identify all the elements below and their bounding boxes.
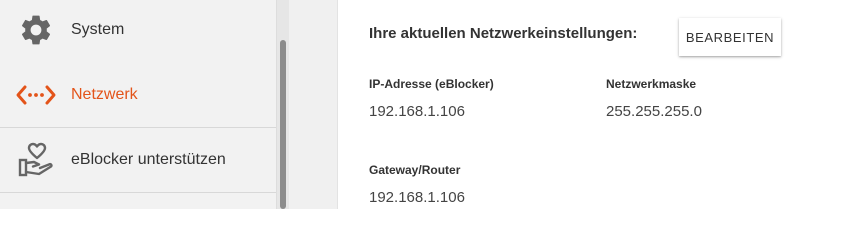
- sidebar-item-system[interactable]: System: [0, 0, 276, 62]
- netmask-value: 255.255.255.0: [606, 103, 702, 120]
- content-gutter: [289, 0, 338, 209]
- sidebar: System Netzwerk eBlocker unterstützen: [0, 0, 276, 209]
- ip-address-value: 192.168.1.106: [369, 103, 465, 120]
- sidebar-item-support[interactable]: eBlocker unterstützen: [0, 128, 276, 193]
- ip-address-label: IP-Adresse (eBlocker): [369, 77, 494, 91]
- gear-icon: [16, 10, 56, 50]
- gateway-label: Gateway/Router: [369, 163, 461, 177]
- sidebar-item-label: System: [71, 21, 125, 38]
- hand-heart-icon: [16, 140, 56, 180]
- sidebar-item-label: eBlocker unterstützen: [71, 151, 226, 168]
- main-content: Ihre aktuellen Netzwerkeinstellungen: BE…: [338, 0, 858, 209]
- network-arrows-icon: [16, 75, 56, 115]
- sidebar-item-netzwerk[interactable]: Netzwerk: [0, 63, 276, 128]
- gateway-value: 192.168.1.106: [369, 189, 465, 206]
- edit-button[interactable]: BEARBEITEN: [679, 18, 781, 56]
- sidebar-item-label: Netzwerk: [71, 86, 138, 103]
- page-title: Ihre aktuellen Netzwerkeinstellungen:: [369, 25, 638, 42]
- sidebar-scrollbar[interactable]: [276, 0, 289, 209]
- scrollbar-thumb[interactable]: [280, 40, 286, 209]
- netmask-label: Netzwerkmaske: [606, 77, 697, 91]
